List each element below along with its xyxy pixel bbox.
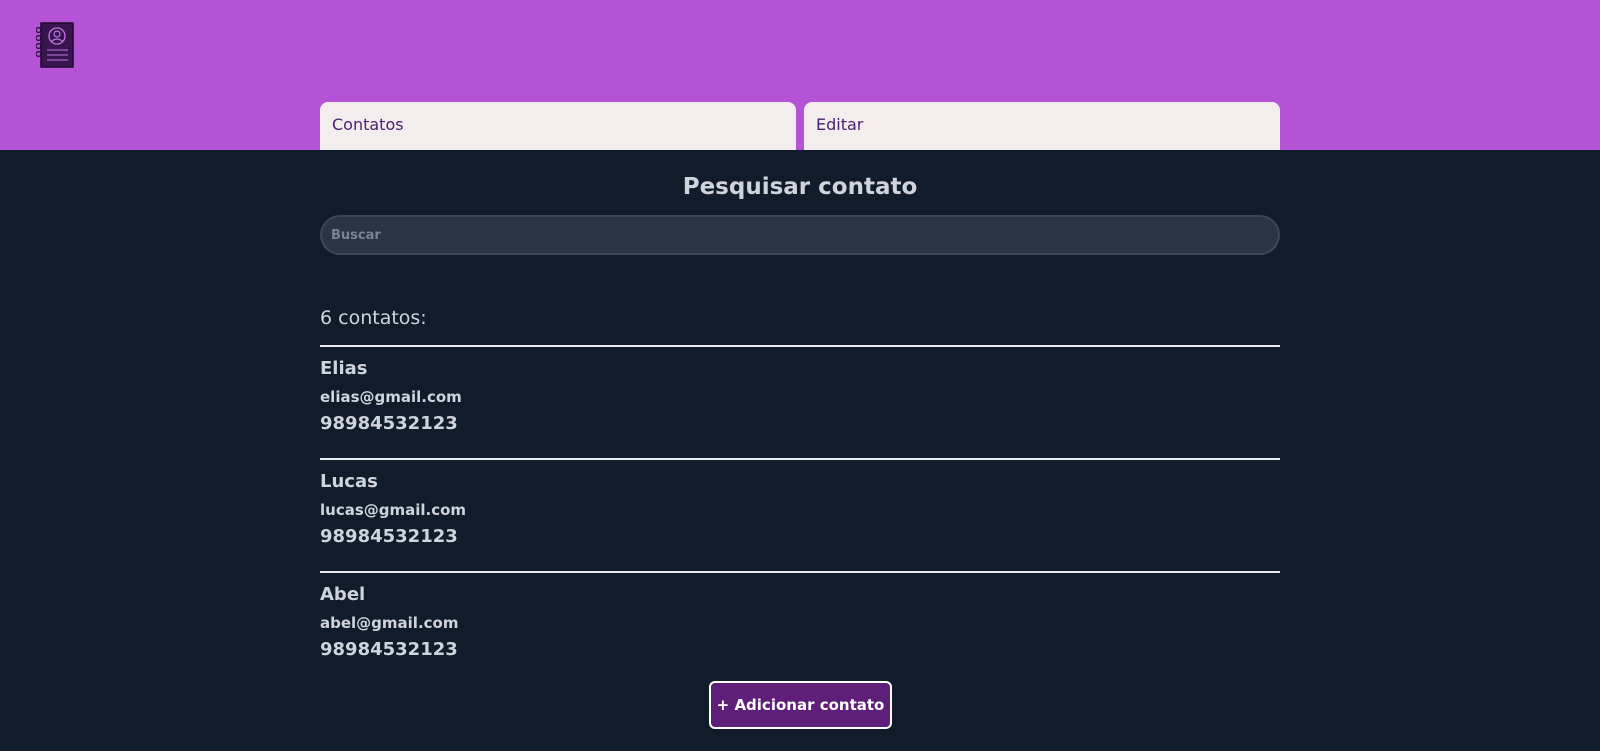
top-header [0, 0, 1600, 150]
contact-phone: 98984532123 [320, 639, 458, 660]
page-title: Pesquisar contato [682, 174, 918, 200]
contact-list: Elias elias@gmail.com 98984532123 Lucas … [320, 345, 1280, 684]
contact-email: elias@gmail.com [320, 388, 462, 406]
contact-name: Abel [320, 584, 366, 605]
search-input[interactable] [320, 215, 1280, 255]
contact-email: abel@gmail.com [320, 614, 459, 632]
contact-name: Lucas [320, 471, 378, 492]
list-item[interactable]: Abel abel@gmail.com 98984532123 [320, 571, 1280, 684]
contact-phone: 98984532123 [320, 413, 458, 434]
list-item[interactable]: Lucas lucas@gmail.com 98984532123 [320, 458, 1280, 571]
contact-book-icon[interactable] [36, 22, 74, 68]
add-contact-button[interactable]: + Adicionar contato [709, 681, 892, 729]
contact-phone: 98984532123 [320, 526, 458, 547]
tab-editar-label: Editar [816, 115, 864, 134]
tab-editar[interactable]: Editar [804, 102, 1280, 150]
contact-name: Elias [320, 358, 368, 379]
tab-contatos-label: Contatos [332, 115, 404, 134]
list-item[interactable]: Elias elias@gmail.com 98984532123 [320, 345, 1280, 458]
main-content: Pesquisar contato 6 contatos: Elias elia… [320, 150, 1280, 751]
contact-email: lucas@gmail.com [320, 501, 467, 519]
tab-contatos[interactable]: Contatos [320, 102, 796, 150]
contact-count: 6 contatos: [320, 307, 427, 329]
